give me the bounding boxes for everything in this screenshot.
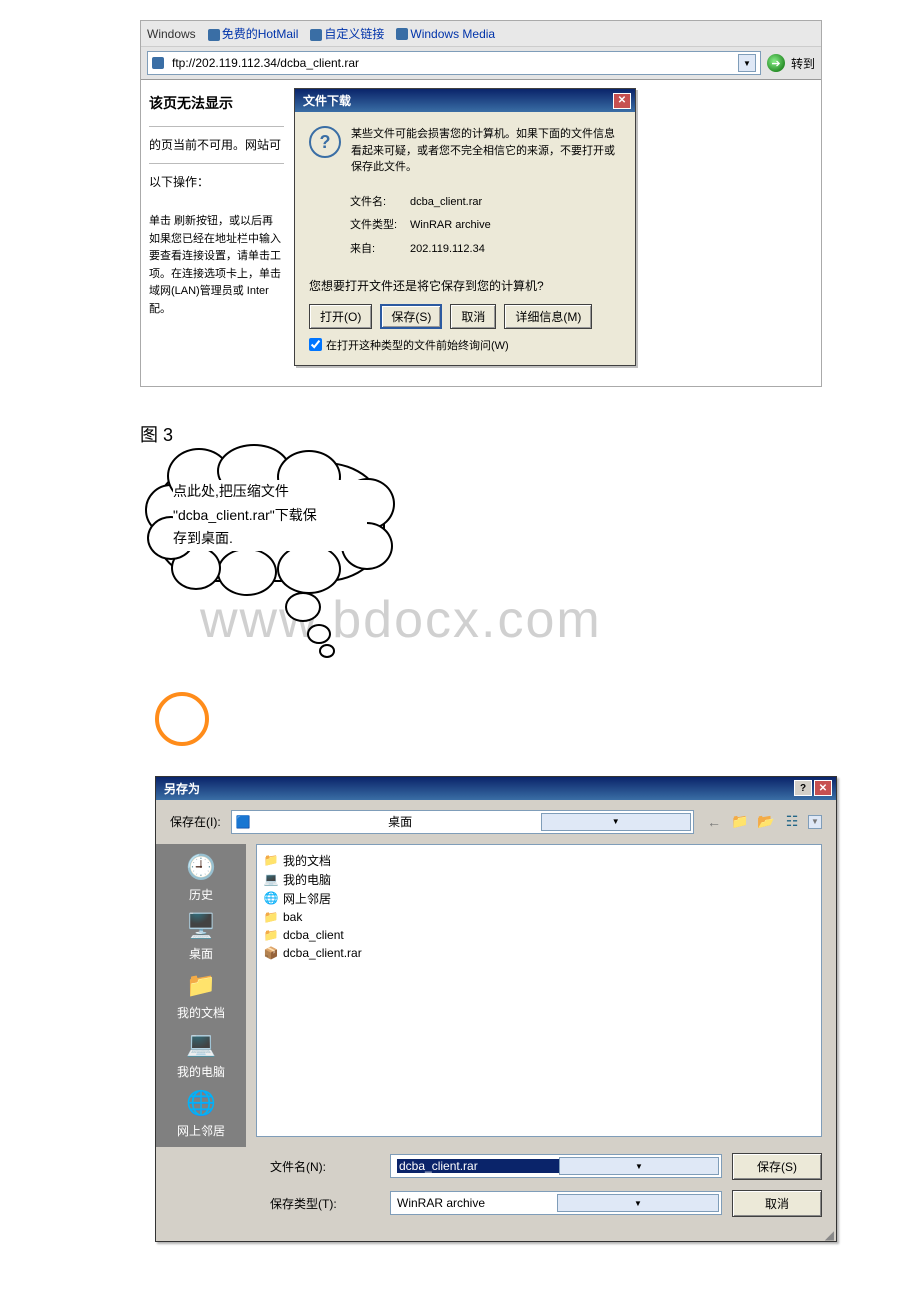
links-toolbar: Windows 免费的HotMail 自定义链接 Windows Media <box>141 21 821 47</box>
dropdown-icon[interactable]: ▼ <box>559 1157 719 1175</box>
up-icon[interactable]: 📁 <box>730 812 750 832</box>
filename-label: 文件名(N): <box>270 1158 380 1175</box>
file-download-dialog: 文件下载 ✕ ? 某些文件可能会损害您的计算机。如果下面的文件信息看起来可疑，或… <box>294 88 636 366</box>
list-item[interactable]: 🌐网上邻居 <box>263 889 815 908</box>
checkbox-input[interactable] <box>309 338 322 351</box>
always-ask-checkbox[interactable]: 在打开这种类型的文件前始终询问(W) <box>309 337 621 353</box>
place-network[interactable]: 🌐网上邻居 <box>161 1086 241 1141</box>
link-item[interactable]: 免费的HotMail <box>208 25 299 42</box>
prompt-text: 您想要打开文件还是将它保存到您的计算机? <box>309 277 621 294</box>
ie-icon <box>208 29 220 41</box>
dropdown-icon[interactable]: ▼ <box>808 815 822 829</box>
dropdown-icon[interactable]: ▼ <box>738 54 756 72</box>
resize-grip[interactable]: ◢ <box>156 1231 836 1241</box>
dropdown-icon[interactable]: ▼ <box>541 813 691 831</box>
address-input[interactable] <box>170 55 734 71</box>
list-item[interactable]: 📦dcba_client.rar <box>263 944 815 962</box>
address-bar: ▼ ➔ 转到 <box>141 47 821 80</box>
place-desktop[interactable]: 🖥️桌面 <box>161 909 241 964</box>
browser-window: Windows 免费的HotMail 自定义链接 Windows Media ▼… <box>140 20 822 387</box>
ie-icon <box>152 57 164 69</box>
list-item[interactable]: 📁bak <box>263 908 815 926</box>
dialog-title: 文件下载 <box>303 92 351 109</box>
cancel-button[interactable]: 取消 <box>732 1190 822 1217</box>
place-computer[interactable]: 💻我的电脑 <box>161 1027 241 1082</box>
link-item[interactable]: 自定义链接 <box>310 25 384 42</box>
go-label: 转到 <box>791 55 815 72</box>
dialog-title-bar: 文件下载 ✕ <box>295 89 635 112</box>
places-bar: 🕘历史 🖥️桌面 📁我的文档 💻我的电脑 🌐网上邻居 <box>156 844 246 1147</box>
save-as-dialog: 另存为 ? ✕ 保存在(I): 🟦 桌面 ▼ ← 📁 📂 ☷ ▼ � <box>155 776 837 1242</box>
place-docs[interactable]: 📁我的文档 <box>161 968 241 1023</box>
list-item[interactable]: 💻我的电脑 <box>263 870 815 889</box>
close-icon[interactable]: ✕ <box>613 93 631 109</box>
new-folder-icon[interactable]: 📂 <box>756 812 776 832</box>
file-icon: 📁 <box>263 927 279 943</box>
views-icon[interactable]: ☷ <box>782 812 802 832</box>
save-in-value: 桌面 <box>388 813 536 830</box>
ie-icon <box>310 29 322 41</box>
circle-marker <box>155 692 209 746</box>
error-line: 的页当前不可用。网站可 <box>149 135 284 155</box>
cancel-button[interactable]: 取消 <box>450 304 496 329</box>
filename-input[interactable]: dcba_client.rar ▼ <box>390 1154 722 1178</box>
question-icon: ? <box>309 126 341 158</box>
links-label: Windows <box>147 27 196 41</box>
cloud-line: "dcba_client.rar"下载保 <box>173 504 367 528</box>
back-icon[interactable]: ← <box>704 812 724 832</box>
desktop-icon: 🟦 <box>236 815 384 829</box>
error-pane: 该页无法显示 的页当前不可用。网站可 以下操作： 单击 刷新按钮，或以后再 如果… <box>141 80 290 386</box>
file-icon: 🌐 <box>263 890 279 906</box>
file-icon: 📁 <box>263 909 279 925</box>
dialog-title-bar: 另存为 ? ✕ <box>156 777 836 800</box>
save-button[interactable]: 保存(S) <box>732 1153 822 1180</box>
ie-icon <box>396 28 408 40</box>
error-bullets: 单击 刷新按钮，或以后再 如果您已经在地址栏中输入 要查看连接设置，请单击工 项… <box>149 213 284 319</box>
file-icon: 💻 <box>263 871 279 887</box>
more-info-button[interactable]: 详细信息(M) <box>504 304 592 329</box>
save-in-combo[interactable]: 🟦 桌面 ▼ <box>231 810 694 834</box>
error-heading: 以下操作： <box>149 172 284 192</box>
thought-bubble: 点此处,把压缩文件 "dcba_client.rar"下载保 存到桌面. <box>155 462 475 672</box>
link-item[interactable]: Windows Media <box>396 27 495 41</box>
file-list[interactable]: 📁我的文档💻我的电脑🌐网上邻居📁bak📁dcba_client📦dcba_cli… <box>256 844 822 1137</box>
file-info: 文件名:dcba_client.rar 文件类型:WinRAR archive … <box>347 190 494 263</box>
filetype-label: 保存类型(T): <box>270 1195 380 1212</box>
go-icon[interactable]: ➔ <box>767 54 785 72</box>
save-in-label: 保存在(I): <box>170 813 221 830</box>
address-box[interactable]: ▼ <box>147 51 761 75</box>
help-icon[interactable]: ? <box>794 780 812 796</box>
close-icon[interactable]: ✕ <box>814 780 832 796</box>
open-button[interactable]: 打开(O) <box>309 304 372 329</box>
filetype-combo[interactable]: WinRAR archive ▼ <box>390 1191 722 1215</box>
list-item[interactable]: 📁我的文档 <box>263 851 815 870</box>
place-history[interactable]: 🕘历史 <box>161 850 241 905</box>
save-button[interactable]: 保存(S) <box>380 304 442 329</box>
error-title: 该页无法显示 <box>149 92 284 116</box>
cloud-line: 点此处,把压缩文件 <box>173 480 367 504</box>
dialog-title: 另存为 <box>164 780 200 797</box>
file-icon: 📦 <box>263 945 279 961</box>
list-item[interactable]: 📁dcba_client <box>263 926 815 944</box>
file-icon: 📁 <box>263 852 279 868</box>
warning-text: 某些文件可能会损害您的计算机。如果下面的文件信息看起来可疑，或者您不完全相信它的… <box>351 126 621 176</box>
cloud-line: 存到桌面. <box>173 527 367 551</box>
figure-label: 图 3 <box>140 421 880 447</box>
dropdown-icon[interactable]: ▼ <box>557 1194 719 1212</box>
